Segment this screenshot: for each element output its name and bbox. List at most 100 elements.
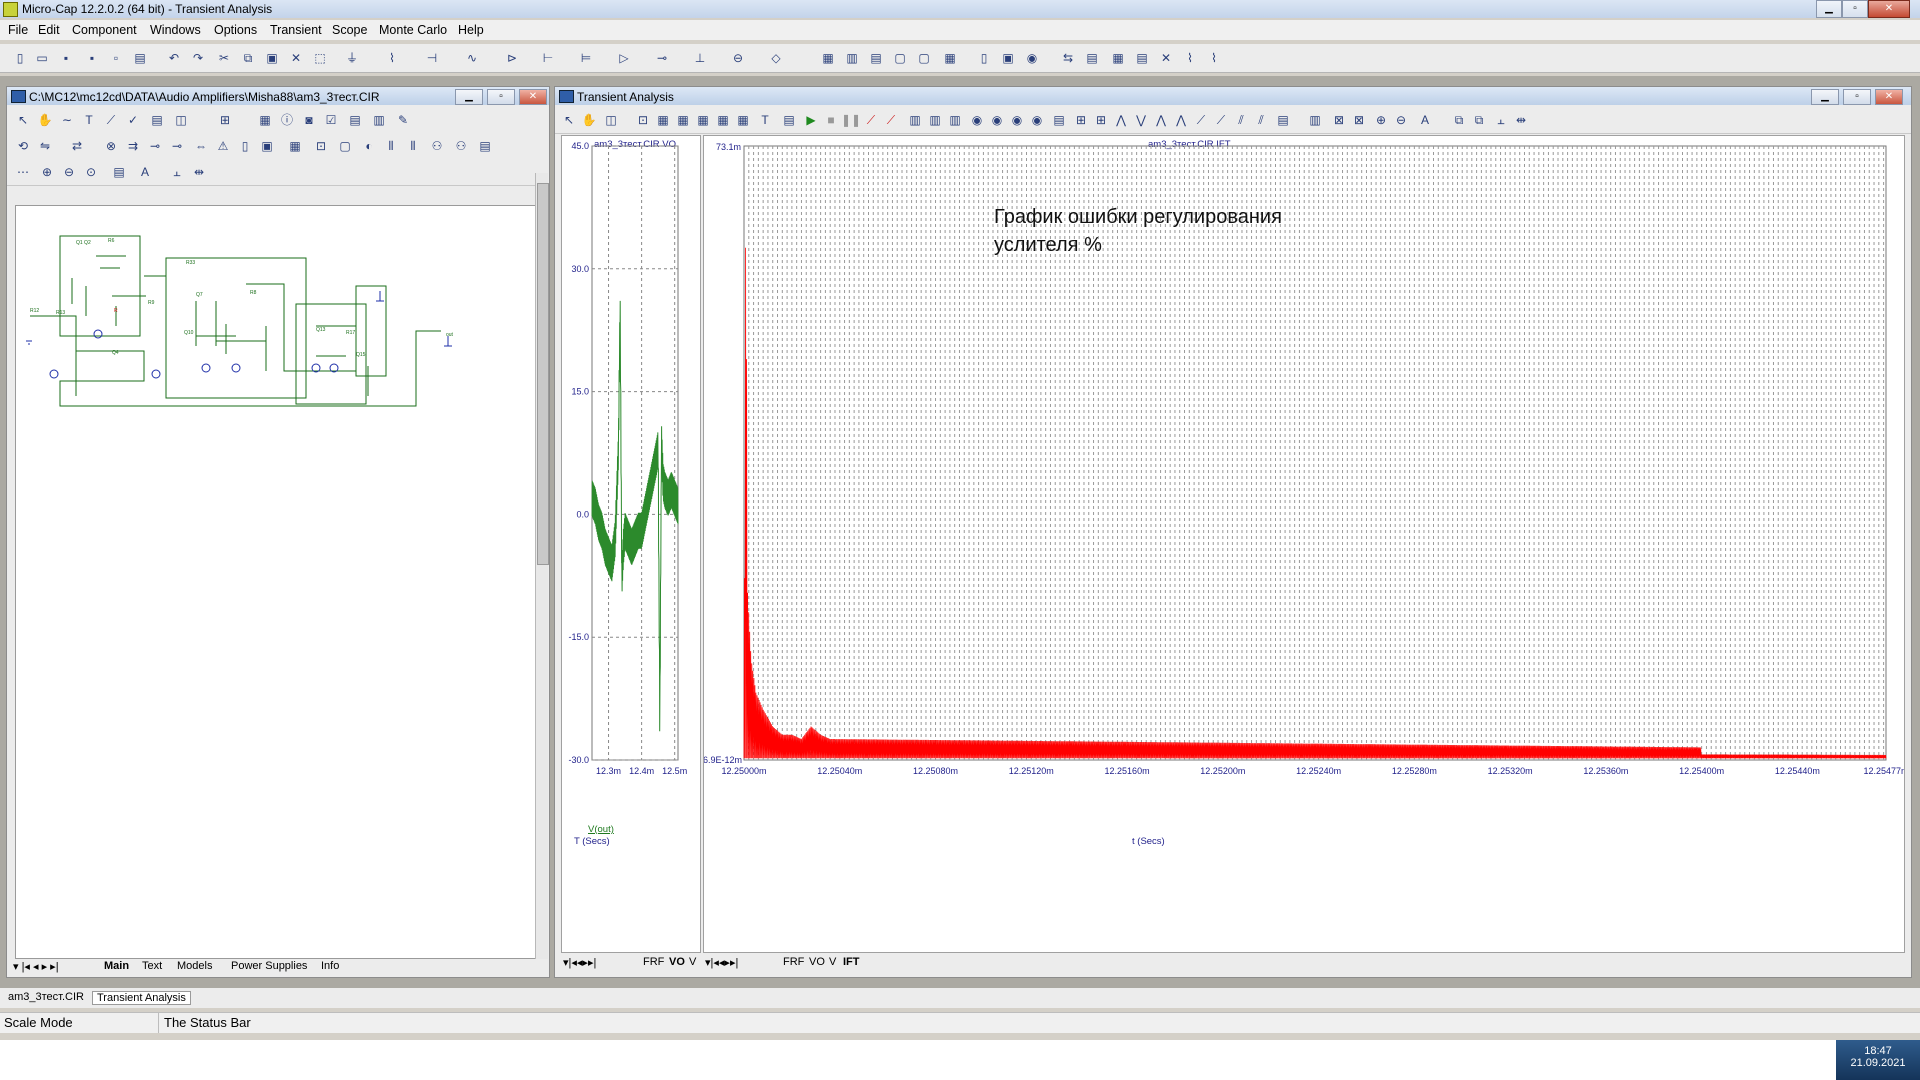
step-icon[interactable]: ⫴ [383, 138, 399, 154]
dots-icon[interactable]: ⋯ [15, 164, 31, 180]
schematic-vertical-scrollbar[interactable] [535, 173, 549, 959]
bjt-icon[interactable]: ⊢ [540, 50, 556, 66]
state-variables-icon[interactable]: ▤ [1134, 50, 1150, 66]
open-file-icon[interactable]: ▭ [34, 50, 50, 66]
save-all-icon[interactable]: ▪ [84, 50, 100, 66]
menu-edit[interactable]: Edit [38, 23, 60, 37]
component-editor-icon[interactable]: ▯ [976, 50, 992, 66]
cursor3-icon[interactable]: ◉ [1009, 112, 1025, 128]
print-preview-icon[interactable]: ▫ [108, 50, 124, 66]
undo-icon[interactable]: ↶ [166, 50, 182, 66]
align-left-icon[interactable]: ⫠ [169, 164, 185, 180]
schematic-canvas[interactable]: Q1 Q2 R6 R33 Q7 R12 R13 R9 R8 Q13 R17 Q15 out … [15, 205, 543, 959]
tab-v[interactable]: V [689, 956, 696, 968]
globe-icon[interactable]: ◉ [1024, 50, 1040, 66]
scope-icon[interactable]: ◫ [603, 112, 619, 128]
node-voltages-icon[interactable]: ▥ [371, 112, 387, 128]
tokens-icon[interactable]: ▥ [1307, 112, 1323, 128]
step-icon[interactable]: ⟋ [863, 112, 879, 128]
source-icon[interactable]: ⊖ [730, 50, 746, 66]
shape-editor-icon[interactable]: ▣ [1000, 50, 1016, 66]
plot-properties-icon[interactable]: ▤ [1084, 50, 1100, 66]
peak-icon[interactable]: ⊞ [1073, 112, 1089, 128]
line-icon[interactable]: ⟋ [103, 112, 119, 128]
high-icon[interactable]: ⋀ [1113, 112, 1129, 128]
info-icon[interactable]: ⓘ [279, 112, 295, 128]
tools-icon[interactable]: ✕ [1158, 50, 1174, 66]
binoculars2-icon[interactable]: ⚇ [453, 138, 469, 154]
empty-icon[interactable]: ▢ [337, 138, 353, 154]
export-icon[interactable]: ▤ [781, 112, 797, 128]
checkbox-icon[interactable]: ☑ [323, 112, 339, 128]
tab-scroll-controls[interactable]: ▾|◂◂▸▸| [705, 956, 738, 969]
graph5-icon[interactable]: ▦ [735, 112, 751, 128]
vo-trace-label[interactable]: V(out) [588, 824, 614, 835]
zoom-in-icon[interactable]: ⊕ [39, 164, 55, 180]
attribute-icon[interactable]: ⊸ [169, 138, 185, 154]
wire-icon[interactable]: ∼ [59, 112, 75, 128]
tab-scroll-controls[interactable]: ▾|◂◂▸▸| [563, 956, 596, 969]
schematic-maximize-button[interactable]: ▫ [487, 89, 515, 105]
pan-icon[interactable]: ✋ [37, 112, 53, 128]
numeric-output-icon[interactable]: ▦ [1110, 50, 1126, 66]
limits2-icon[interactable]: ▥ [927, 112, 943, 128]
report-icon[interactable]: ▤ [477, 138, 493, 154]
page-icon[interactable]: ▯ [237, 138, 253, 154]
global-low-icon[interactable]: ⟋ [1193, 112, 1209, 128]
opamp-icon[interactable]: ▷ [616, 50, 632, 66]
tile-horizontal-icon[interactable]: ▤ [868, 50, 884, 66]
flip-icon[interactable]: ⇋ [37, 138, 53, 154]
analysis-close-button[interactable]: ✕ [1875, 89, 1903, 105]
text-icon[interactable]: T [81, 112, 97, 128]
cursor4-icon[interactable]: ◉ [1029, 112, 1045, 128]
cascade-icon[interactable]: ▦ [820, 50, 836, 66]
spread-icon[interactable]: ⇹ [1513, 112, 1529, 128]
print-icon[interactable]: ▤ [132, 50, 148, 66]
menu-help[interactable]: Help [458, 23, 484, 37]
calculator-icon[interactable]: ▦ [942, 50, 958, 66]
window2-icon[interactable]: ▢ [916, 50, 932, 66]
probe-icon[interactable]: ◇ [768, 50, 784, 66]
ift-plot[interactable]: 73.1m 6.9E-12m12.25000m 12.25040m 12.25080m… [704, 136, 1904, 952]
tab-frf[interactable]: FRF [643, 956, 664, 968]
new-file-icon[interactable]: ▯ [12, 50, 28, 66]
maximize-button[interactable]: ▫ [1842, 0, 1868, 18]
doc-tab-schematic[interactable]: am3_3тест.CIR [8, 991, 84, 1003]
schematic-close-button[interactable]: ✕ [519, 89, 547, 105]
menu-monte-carlo[interactable]: Monte Carlo [379, 23, 447, 37]
font-icon[interactable]: A [137, 164, 153, 180]
analysis-maximize-button[interactable]: ▫ [1843, 89, 1871, 105]
macro-icon[interactable]: ▣ [259, 138, 275, 154]
close-button[interactable]: ✕ [1868, 0, 1910, 18]
delete-icon[interactable]: ✕ [288, 50, 304, 66]
scrollbar-thumb[interactable] [537, 183, 549, 565]
menu-windows[interactable]: Windows [150, 23, 201, 37]
menu-transient[interactable]: Transient [270, 23, 322, 37]
valley-icon[interactable]: ⊞ [1093, 112, 1109, 128]
run-icon[interactable]: ▶ [803, 112, 819, 128]
menu-file[interactable]: File [8, 23, 28, 37]
ground-icon[interactable]: ⏚ [344, 50, 360, 66]
find-icon[interactable]: ⊗ [103, 138, 119, 154]
inductor-icon[interactable]: ∿ [464, 50, 480, 66]
fft-icon[interactable]: ⌇ [1206, 50, 1222, 66]
analysis-plot-icon[interactable]: ⌇ [1182, 50, 1198, 66]
table-icon[interactable]: ▦ [257, 112, 273, 128]
graph-icon[interactable]: ▦ [655, 112, 671, 128]
doc-tab-transient[interactable]: Transient Analysis [92, 991, 191, 1005]
clipboard-icon[interactable]: ▤ [111, 164, 127, 180]
capacitor-icon[interactable]: ⊣ [424, 50, 440, 66]
spread-icon[interactable]: ⇹ [191, 164, 207, 180]
step2-icon[interactable]: ⟋ [883, 112, 899, 128]
paste-icon[interactable]: ⧉ [1471, 112, 1487, 128]
mirror-icon[interactable]: ⇄ [69, 138, 85, 154]
stop-icon[interactable]: ■ [823, 112, 839, 128]
select-icon[interactable]: ↖ [15, 112, 31, 128]
warning-icon[interactable]: ⚠ [215, 138, 231, 154]
package-icon[interactable]: ▦ [287, 138, 303, 154]
tab-vo[interactable]: VO [809, 956, 825, 968]
analysis-minimize-button[interactable]: ▁ [1811, 89, 1839, 105]
save-icon[interactable]: ▪ [58, 50, 74, 66]
rotate-icon[interactable]: ⟲ [15, 138, 31, 154]
clipboard-icon[interactable]: ▤ [1275, 112, 1291, 128]
